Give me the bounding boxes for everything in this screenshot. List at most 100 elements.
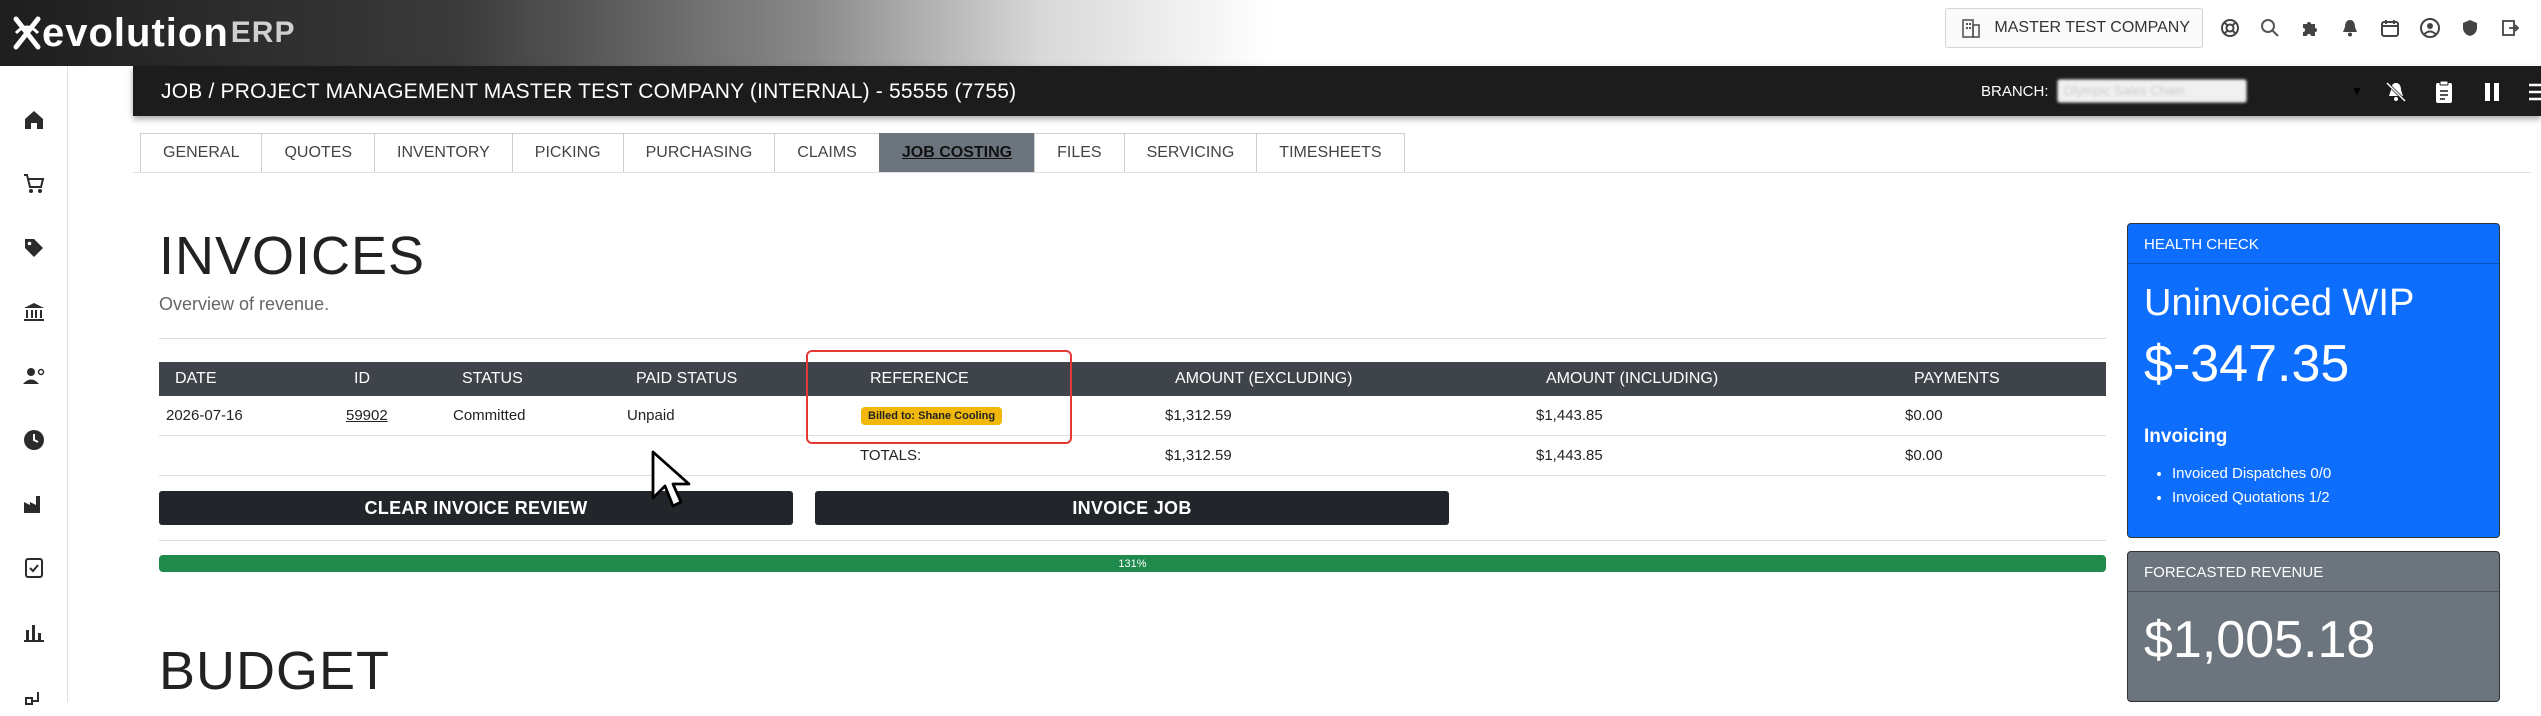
- invoice-amount-including: $1,443.85: [1536, 407, 1603, 424]
- sidebar-item-products[interactable]: [14, 228, 54, 268]
- column-header-amount-excluding[interactable]: AMOUNT (EXCLUDING): [1175, 362, 1353, 396]
- sidebar-item-tasks[interactable]: [14, 548, 54, 588]
- sidebar-item-timesheets[interactable]: [14, 420, 54, 460]
- tab-inventory[interactable]: INVENTORY: [374, 133, 513, 173]
- invoice-job-button[interactable]: INVOICE JOB: [815, 491, 1449, 525]
- bank-icon: [24, 303, 44, 321]
- invoiced-progress-bar: 131%: [159, 555, 2106, 572]
- tab-quotes[interactable]: QUOTES: [261, 133, 376, 173]
- tab-timesheets[interactable]: TIMESHEETS: [1256, 133, 1405, 173]
- table-row[interactable]: 2026-07-16 59902 Committed Unpaid Billed…: [159, 396, 2106, 436]
- invoice-amount-excluding: $1,312.59: [1165, 407, 1232, 424]
- sidebar-item-reports[interactable]: [14, 612, 54, 652]
- tab-files[interactable]: FILES: [1034, 133, 1125, 173]
- list-item: Invoiced Dispatches 0/0: [2172, 462, 2331, 486]
- uninvoiced-wip-value: $-347.35: [2144, 335, 2350, 393]
- branch-selector: BRANCH: Olympic Sales Chain: [1981, 79, 2247, 103]
- budget-heading: BUDGET: [159, 641, 391, 701]
- highlight-annotation: [806, 350, 1072, 444]
- mouse-cursor-icon: [651, 450, 691, 508]
- totals-amount-excluding: $1,312.59: [1165, 447, 1232, 464]
- health-check-header: HEALTH CHECK: [2128, 224, 2499, 264]
- company-name: MASTER TEST COMPANY: [1994, 19, 2190, 36]
- support-icon[interactable]: [2217, 15, 2243, 41]
- home-icon: [25, 111, 43, 129]
- totals-amount-including: $1,443.85: [1536, 447, 1603, 464]
- tab-job-costing[interactable]: JOB COSTING: [878, 133, 1036, 173]
- chevron-down-icon[interactable]: ▼: [2351, 84, 2363, 98]
- tab-picking[interactable]: PICKING: [511, 133, 624, 173]
- sidebar: [0, 66, 68, 705]
- invoices-table: DATE ID STATUS PAID STATUS REFERENCE AMO…: [159, 362, 2106, 476]
- column-header-payments[interactable]: PAYMENTS: [1914, 362, 2000, 396]
- bar-chart-icon: [24, 625, 44, 642]
- puzzle-icon[interactable]: [2297, 15, 2323, 41]
- divider: [159, 540, 2106, 541]
- pause-icon[interactable]: [2475, 75, 2509, 109]
- user-circle-icon[interactable]: [2417, 15, 2443, 41]
- invoice-status: Committed: [453, 407, 526, 424]
- column-header-id[interactable]: ID: [354, 362, 370, 396]
- totals-payments: $0.00: [1905, 447, 1943, 464]
- sidebar-item-finance[interactable]: [14, 292, 54, 332]
- invoices-heading: INVOICES: [159, 226, 426, 286]
- column-header-amount-including[interactable]: AMOUNT (INCLUDING): [1546, 362, 1718, 396]
- search-icon[interactable]: [2257, 15, 2283, 41]
- sidebar-item-sales[interactable]: [14, 164, 54, 204]
- building-icon: [1958, 15, 1984, 41]
- shield-icon[interactable]: [2457, 15, 2483, 41]
- factory-icon: [24, 496, 40, 513]
- invoice-payments: $0.00: [1905, 407, 1943, 424]
- invoice-paid-status: Unpaid: [627, 407, 675, 424]
- logo-mark-icon: [13, 16, 41, 50]
- clear-invoice-review-button[interactable]: CLEAR INVOICE REVIEW: [159, 491, 793, 525]
- sidebar-item-more[interactable]: [14, 676, 54, 716]
- divider: [159, 338, 2106, 339]
- health-check-card: HEALTH CHECK Uninvoiced WIP $-347.35 Inv…: [2127, 223, 2500, 538]
- logo-text: evolution: [42, 10, 229, 55]
- top-bar: evolution ERP MASTER TEST COMPANY: [0, 0, 2541, 66]
- totals-row: TOTALS: $1,312.59 $1,443.85 $0.00: [159, 436, 2106, 476]
- clipboard-icon[interactable]: [2427, 75, 2461, 109]
- table-header: DATE ID STATUS PAID STATUS REFERENCE AMO…: [159, 362, 2106, 396]
- sidebar-item-manufacturing[interactable]: [14, 484, 54, 524]
- menu-lines-icon[interactable]: [2523, 75, 2541, 109]
- column-header-paid-status[interactable]: PAID STATUS: [636, 362, 737, 396]
- app-logo[interactable]: evolution ERP: [12, 10, 295, 56]
- tabs-divider: [133, 172, 2531, 173]
- progress-fill: 131%: [159, 555, 2106, 572]
- tab-servicing[interactable]: SERVICING: [1123, 133, 1258, 173]
- forecasted-revenue-header: FORECASTED REVENUE: [2128, 552, 2499, 592]
- tab-general[interactable]: GENERAL: [140, 133, 263, 173]
- logo-suffix: ERP: [230, 16, 296, 49]
- invoicing-title: Invoicing: [2144, 426, 2228, 447]
- cart-icon: [24, 174, 45, 193]
- list-item: Invoiced Quotations 1/2: [2172, 486, 2331, 510]
- logout-icon[interactable]: [2497, 15, 2523, 41]
- page-header: JOB / PROJECT MANAGEMENT MASTER TEST COM…: [133, 66, 2541, 116]
- column-header-date[interactable]: DATE: [175, 362, 216, 396]
- forecasted-revenue-value: $1,005.18: [2144, 611, 2376, 669]
- invoicing-list: Invoiced Dispatches 0/0 Invoiced Quotati…: [2172, 462, 2331, 510]
- bell-off-icon[interactable]: [2379, 75, 2413, 109]
- invoice-date: 2026-07-16: [166, 407, 243, 424]
- calendar-icon[interactable]: [2377, 15, 2403, 41]
- sidebar-item-contacts[interactable]: [14, 356, 54, 396]
- uninvoiced-wip-label: Uninvoiced WIP: [2144, 282, 2415, 324]
- branch-label: BRANCH:: [1981, 82, 2049, 100]
- forecasted-revenue-card: FORECASTED REVENUE $1,005.18: [2127, 551, 2500, 702]
- bell-icon[interactable]: [2337, 15, 2363, 41]
- tab-claims[interactable]: CLAIMS: [774, 133, 880, 173]
- company-selector[interactable]: MASTER TEST COMPANY: [1945, 8, 2203, 48]
- column-header-status[interactable]: STATUS: [462, 362, 523, 396]
- clock-icon: [24, 430, 44, 450]
- user-settings-icon: [23, 368, 45, 384]
- page-title: JOB / PROJECT MANAGEMENT MASTER TEST COM…: [161, 80, 1017, 103]
- tab-purchasing[interactable]: PURCHASING: [622, 133, 776, 173]
- invoice-id-link[interactable]: 59902: [346, 396, 388, 435]
- tag-icon: [25, 239, 43, 257]
- sidebar-item-home[interactable]: [14, 100, 54, 140]
- checklist-icon: [25, 558, 43, 578]
- invoices-subtitle: Overview of revenue.: [159, 294, 330, 314]
- branch-dropdown[interactable]: Olympic Sales Chain: [2056, 79, 2247, 103]
